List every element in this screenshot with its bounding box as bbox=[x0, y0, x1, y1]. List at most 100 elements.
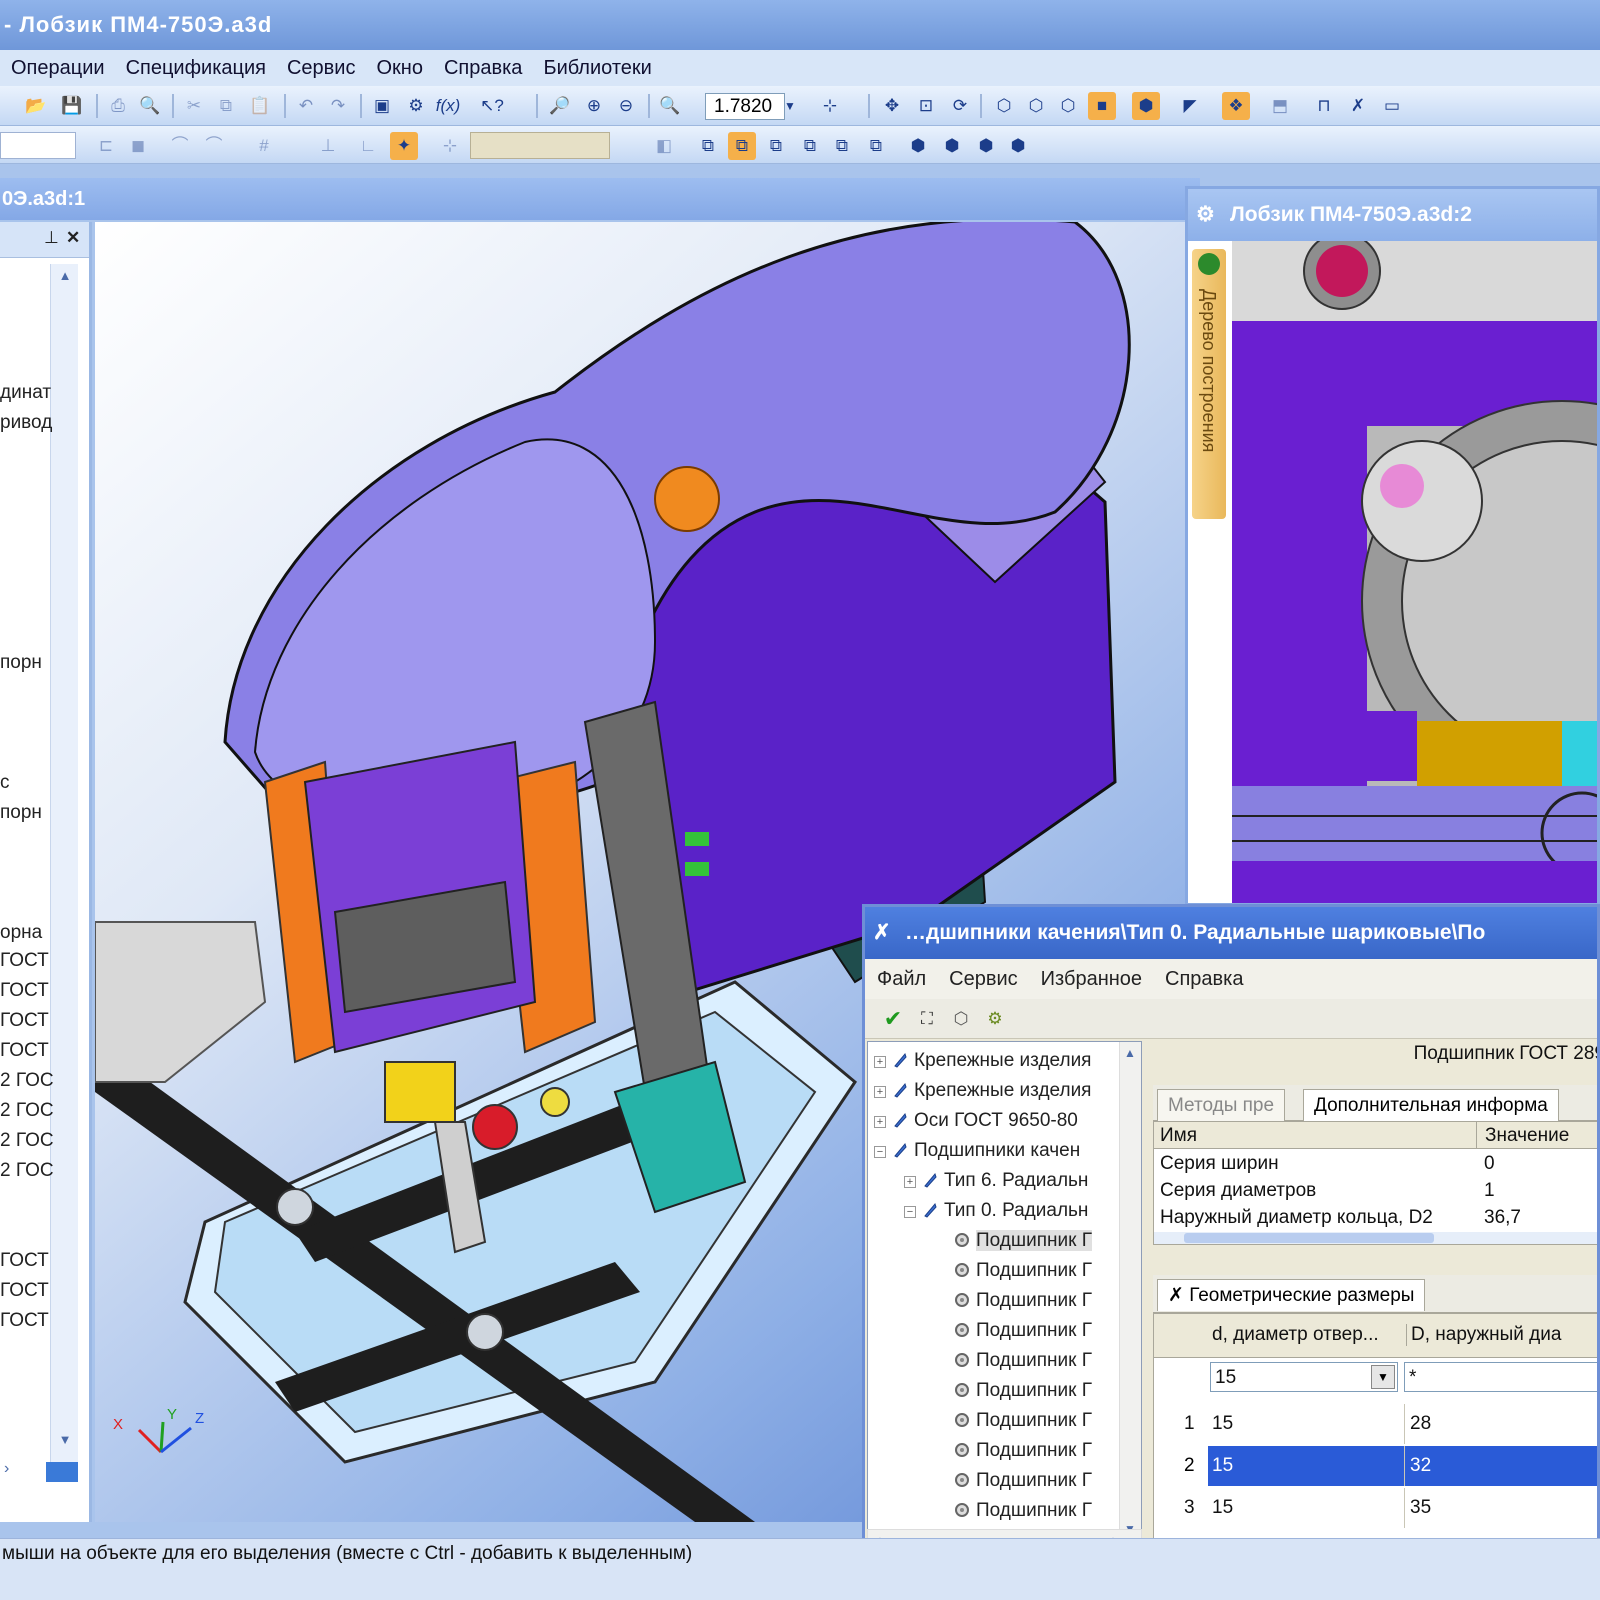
tree-leaf[interactable]: Подшипник Г bbox=[868, 1496, 1092, 1526]
scroll-thumb[interactable] bbox=[1184, 1233, 1434, 1243]
zoom-dropdown-icon[interactable]: ▼ bbox=[776, 92, 804, 120]
tree-leaf[interactable]: Подшипник Г bbox=[868, 1346, 1092, 1376]
tree-item[interactable]: ГОСТ bbox=[0, 980, 49, 1002]
component-icon[interactable]: ⬒ bbox=[1266, 92, 1294, 120]
zoom-window-icon[interactable]: 🔎 bbox=[546, 92, 574, 120]
angle-icon[interactable]: ∟ bbox=[354, 132, 382, 160]
library-icon[interactable]: ⚙ bbox=[402, 92, 430, 120]
iso-1-icon[interactable]: ⬢ bbox=[904, 132, 932, 160]
iso-2-icon[interactable]: ⬢ bbox=[938, 132, 966, 160]
iso-4-icon[interactable]: ⬢ bbox=[1004, 132, 1032, 160]
tree-filter-icon[interactable]: ❖ bbox=[1222, 92, 1250, 120]
tree-leaf[interactable]: Подшипник Г bbox=[868, 1226, 1093, 1256]
menu-service[interactable]: Сервис bbox=[276, 50, 366, 86]
panel-splitter[interactable] bbox=[46, 1462, 78, 1482]
menu-window[interactable]: Окно bbox=[365, 50, 432, 86]
fit-all-icon[interactable]: ⊡ bbox=[912, 92, 940, 120]
document-2-window[interactable]: ⚙ Лобзик ПМ4-750Э.a3d:2 Дерево построени… bbox=[1185, 186, 1600, 906]
fillet-icon[interactable]: ⌒ bbox=[166, 132, 194, 160]
tree-item[interactable]: ГОСТ bbox=[0, 1250, 49, 1272]
tree-node[interactable]: + Оси ГОСТ 9650-80 bbox=[868, 1106, 1078, 1136]
dialog-menu-help[interactable]: Справка bbox=[1153, 959, 1254, 999]
tree-item[interactable]: ГОСТ bbox=[0, 1280, 49, 1302]
zoom-in-icon[interactable]: ⊕ bbox=[580, 92, 608, 120]
cut-icon[interactable]: ✂ bbox=[180, 92, 208, 120]
chamfer-icon[interactable]: ⌒ bbox=[200, 132, 228, 160]
tree-leaf[interactable]: Подшипник Г bbox=[868, 1406, 1092, 1436]
find-icon[interactable]: ⛶ bbox=[913, 1005, 941, 1033]
shaded-icon[interactable]: ■ bbox=[1088, 92, 1116, 120]
tree-item[interactable]: ГОСТ bbox=[0, 1310, 49, 1332]
menu-operations[interactable]: Операции bbox=[0, 50, 115, 86]
tree-node[interactable]: − Тип 0. Радиальн bbox=[868, 1196, 1088, 1226]
sketch-icon[interactable]: ⊏ bbox=[92, 132, 120, 160]
tree-item[interactable]: ГОСТ bbox=[0, 1040, 49, 1062]
variables-icon[interactable]: f(x) bbox=[434, 92, 462, 120]
collapse-icon[interactable]: − bbox=[904, 1206, 916, 1218]
tree-leaf[interactable]: Подшипник Г bbox=[868, 1466, 1092, 1496]
properties-hscrollbar[interactable] bbox=[1154, 1232, 1597, 1244]
menu-help[interactable]: Справка bbox=[433, 50, 532, 86]
tree-leaf[interactable]: Подшипник Г bbox=[868, 1316, 1092, 1346]
close-icon[interactable]: ✕ bbox=[66, 228, 80, 248]
collapse-icon[interactable]: − bbox=[874, 1146, 886, 1158]
table-row[interactable]: 1 15 28 bbox=[1154, 1404, 1597, 1444]
tree-tab[interactable]: Дерево построения bbox=[1192, 249, 1226, 519]
tab-additional-info[interactable]: Дополнительная информа bbox=[1303, 1089, 1559, 1121]
tab-methods[interactable]: Методы пре bbox=[1157, 1089, 1286, 1121]
hidden-thin-icon[interactable]: ⬡ bbox=[1054, 92, 1082, 120]
view-top-icon[interactable]: ⧉ bbox=[728, 132, 756, 160]
extrude-icon[interactable]: ◼ bbox=[124, 132, 152, 160]
tree-item[interactable]: динат bbox=[0, 382, 51, 404]
perspective-icon[interactable]: ◤ bbox=[1176, 92, 1204, 120]
print-icon[interactable]: ⎙ bbox=[104, 92, 132, 120]
rotate-icon[interactable]: ⟳ bbox=[946, 92, 974, 120]
scroll-right-icon[interactable]: › bbox=[4, 1460, 9, 1478]
tree-item[interactable]: ГОСТ bbox=[0, 1010, 49, 1032]
zoom-scale-icon[interactable]: 🔍 bbox=[656, 92, 684, 120]
tab-geometry[interactable]: ✗ Геометрические размеры bbox=[1157, 1279, 1426, 1311]
filter-D[interactable]: * bbox=[1404, 1362, 1597, 1392]
filter-dropdown-icon[interactable]: ▼ bbox=[1371, 1365, 1395, 1389]
wireframe-icon[interactable]: ⬡ bbox=[990, 92, 1018, 120]
table-row[interactable]: 3 15 35 bbox=[1154, 1488, 1597, 1528]
scroll-down-icon[interactable]: ▼ bbox=[54, 1432, 76, 1456]
expand-icon[interactable]: + bbox=[904, 1176, 916, 1188]
snap-icon[interactable]: ✦ bbox=[390, 132, 418, 160]
tree-node[interactable]: + Крепежные изделия bbox=[868, 1046, 1091, 1076]
orientation-icon[interactable]: ⊹ bbox=[816, 92, 844, 120]
help-pointer-icon[interactable]: ↖? bbox=[478, 92, 506, 120]
expand-icon[interactable]: + bbox=[874, 1056, 886, 1068]
view-left-icon[interactable]: ⧉ bbox=[762, 132, 790, 160]
pan-icon[interactable]: ✥ bbox=[878, 92, 906, 120]
panel-icon[interactable]: ▭ bbox=[1378, 92, 1406, 120]
tree-item[interactable]: ривод bbox=[0, 412, 52, 434]
tree-item[interactable]: орна bbox=[0, 922, 42, 944]
dialog-menu-service[interactable]: Сервис bbox=[937, 959, 1029, 999]
axis-icon[interactable]: ⊥ bbox=[314, 132, 342, 160]
section-icon[interactable]: ◧ bbox=[650, 132, 678, 160]
tree-item[interactable]: 2 ГОС bbox=[0, 1100, 54, 1122]
view-front-icon[interactable]: ⧉ bbox=[694, 132, 722, 160]
copy-icon[interactable]: ⧉ bbox=[212, 92, 240, 120]
save-icon[interactable]: 💾 bbox=[58, 92, 86, 120]
menu-libraries[interactable]: Библиотеки bbox=[532, 50, 661, 86]
expand-icon[interactable]: + bbox=[874, 1116, 886, 1128]
menu-specification[interactable]: Спецификация bbox=[115, 50, 276, 86]
apply-icon[interactable]: ✔ bbox=[879, 1005, 907, 1033]
zoom-out-icon[interactable]: ⊖ bbox=[612, 92, 640, 120]
dialog-menu-favorites[interactable]: Избранное bbox=[1029, 959, 1153, 999]
view-back-icon[interactable]: ⧉ bbox=[828, 132, 856, 160]
preview-3d-icon[interactable]: ⬡ bbox=[947, 1005, 975, 1033]
tree-leaf[interactable]: Подшипник Г bbox=[868, 1436, 1092, 1466]
tree-item[interactable]: 2 ГОС bbox=[0, 1070, 54, 1092]
settings-icon[interactable]: ⚙ bbox=[981, 1005, 1009, 1033]
manager-icon[interactable]: ▣ bbox=[368, 92, 396, 120]
tree-node[interactable]: + Тип 6. Радиальн bbox=[868, 1166, 1088, 1196]
dialog-menu-file[interactable]: Файл bbox=[865, 959, 937, 999]
layer-input[interactable] bbox=[0, 132, 76, 159]
scroll-up-icon[interactable]: ▲ bbox=[54, 268, 76, 292]
tree-item[interactable]: 2 ГОС bbox=[0, 1130, 54, 1152]
measure-icon[interactable]: ⊓ bbox=[1310, 92, 1338, 120]
expand-icon[interactable]: + bbox=[874, 1086, 886, 1098]
